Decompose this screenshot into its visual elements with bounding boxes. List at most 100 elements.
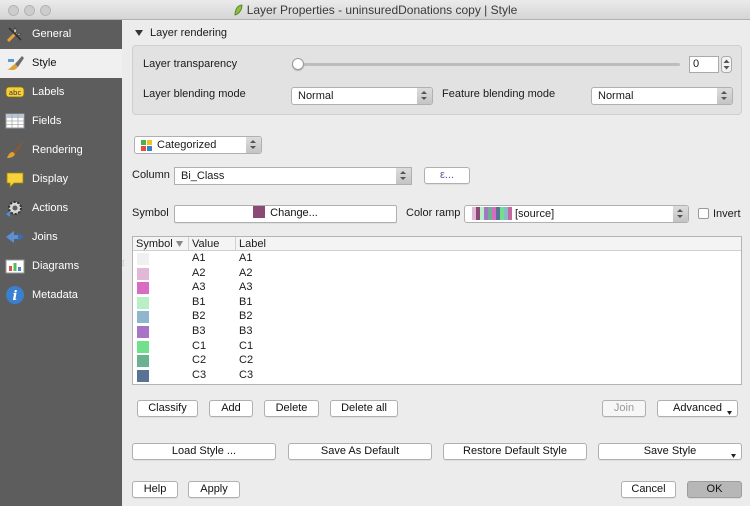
help-button[interactable]: Help	[132, 481, 178, 498]
table-row[interactable]: C1 C1	[133, 340, 741, 355]
categorized-renderer-icon	[141, 140, 152, 151]
feature-blending-select[interactable]: Normal	[591, 87, 733, 105]
chevron-down-icon	[396, 168, 411, 184]
table-row[interactable]: B2 B2	[133, 310, 741, 325]
section-header-layer-rendering[interactable]: Layer rendering	[150, 27, 227, 39]
category-label: B1	[239, 295, 253, 308]
join-button[interactable]: Join	[602, 400, 646, 417]
apply-button[interactable]: Apply	[188, 481, 240, 498]
sidebar-item-display[interactable]: Display	[0, 165, 122, 194]
category-color-swatch[interactable]	[137, 267, 149, 280]
category-value: C3	[192, 368, 207, 381]
transparency-slider-track[interactable]	[298, 63, 680, 66]
table-row[interactable]: B3 B3	[133, 325, 741, 340]
svg-text:i: i	[13, 289, 18, 304]
column-select[interactable]: Bi_Class	[174, 167, 412, 185]
save-style-button[interactable]: Save Style	[598, 443, 742, 460]
layer-transparency-label: Layer transparency	[143, 58, 238, 70]
header-label[interactable]: Label	[239, 238, 266, 250]
table-row[interactable]: A1 A1	[133, 252, 741, 267]
category-label: A2	[239, 266, 253, 279]
category-color-swatch[interactable]	[137, 311, 149, 324]
header-symbol[interactable]: Symbol	[136, 238, 173, 250]
category-color-swatch[interactable]	[137, 369, 149, 382]
dropdown-arrow-icon	[731, 454, 736, 458]
classify-button[interactable]: Classify	[137, 400, 198, 417]
category-value: A1	[192, 252, 206, 264]
load-style-button[interactable]: Load Style ...	[132, 443, 276, 460]
sidebar-item-joins[interactable]: Joins	[0, 223, 122, 252]
cancel-button[interactable]: Cancel	[621, 481, 676, 498]
symbol-label: Symbol	[132, 207, 169, 219]
transparency-value: 0	[693, 58, 700, 70]
save-as-default-button[interactable]: Save As Default	[288, 443, 432, 460]
invert-checkbox[interactable]	[698, 208, 709, 219]
sidebar-item-label: Style	[32, 57, 57, 69]
qgis-leaf-icon	[234, 4, 243, 16]
color-ramp-select[interactable]: [source]	[464, 205, 689, 223]
sidebar-item-label: Display	[32, 173, 69, 185]
category-label: C2	[239, 354, 254, 367]
category-label: C1	[239, 339, 254, 352]
category-color-swatch[interactable]	[137, 296, 149, 309]
layer-blending-value: Normal	[298, 90, 334, 102]
change-symbol-button[interactable]: Change...	[174, 205, 397, 223]
sidebar-item-label: Metadata	[32, 289, 78, 301]
sidebar-item-label: General	[32, 28, 72, 40]
dropdown-arrow-icon	[727, 411, 732, 415]
splitter-handle[interactable]: ⁞	[122, 260, 125, 268]
transparency-spinbox[interactable]: 0	[689, 56, 719, 73]
renderer-type-select[interactable]: Categorized	[134, 136, 262, 154]
sidebar-item-general[interactable]: General	[0, 20, 122, 49]
sidebar-item-fields[interactable]: Fields	[0, 107, 122, 136]
speech-bubble-icon	[6, 172, 24, 188]
svg-text:abc: abc	[9, 89, 22, 97]
spinbox-stepper-icon[interactable]	[721, 56, 732, 73]
restore-default-style-button[interactable]: Restore Default Style	[443, 443, 587, 460]
delete-all-button[interactable]: Delete all	[330, 400, 398, 417]
collapse-triangle-icon[interactable]	[135, 29, 144, 37]
category-color-swatch[interactable]	[137, 253, 149, 265]
layer-blending-select[interactable]: Normal	[291, 87, 433, 105]
ok-button[interactable]: OK	[687, 481, 742, 498]
sidebar-item-diagrams[interactable]: Diagrams	[0, 252, 122, 281]
add-button[interactable]: Add	[209, 400, 253, 417]
category-value: B3	[192, 325, 206, 337]
category-color-swatch[interactable]	[137, 340, 149, 353]
transparency-slider-handle[interactable]	[292, 58, 304, 70]
sidebar-item-metadata[interactable]: i Metadata	[0, 281, 122, 310]
expression-button[interactable]: ε...	[424, 167, 470, 184]
renderer-type-value: Categorized	[157, 139, 217, 151]
category-label: C3	[239, 368, 254, 381]
sidebar-item-actions[interactable]: Actions	[0, 194, 122, 223]
table-row[interactable]: C2 C2	[133, 354, 741, 369]
category-color-swatch[interactable]	[137, 282, 149, 295]
header-value[interactable]: Value	[192, 238, 219, 250]
category-label: B3	[239, 325, 253, 337]
labels-abc-icon: abc	[5, 86, 25, 98]
paintbrush-icon	[7, 56, 24, 71]
category-color-swatch[interactable]	[137, 355, 149, 368]
sidebar-item-label: Actions	[32, 202, 69, 214]
table-row[interactable]: A3 A3	[133, 281, 741, 296]
color-ramp-value: [source]	[515, 208, 555, 220]
layer-blending-label: Layer blending mode	[143, 88, 246, 100]
sidebar-item-style[interactable]: Style	[0, 49, 122, 78]
table-row[interactable]: C3 C3	[133, 369, 741, 384]
category-value: C1	[192, 339, 207, 352]
color-ramp-label: Color ramp	[406, 207, 461, 219]
advanced-menu-button[interactable]: Advanced	[657, 400, 738, 417]
table-row[interactable]: B1 B1	[133, 296, 741, 311]
invert-label: Invert	[713, 208, 741, 220]
categories-table[interactable]: Symbol Value Label A1 A1 A2 A2 A3 A3 B1 B1 B2 B2 B…	[132, 236, 742, 385]
delete-button[interactable]: Delete	[264, 400, 319, 417]
column-value: Bi_Class	[181, 170, 225, 182]
sidebar-item-label: Joins	[32, 231, 58, 243]
sort-descending-icon	[176, 241, 183, 247]
chevron-updown-icon	[246, 137, 261, 153]
category-value: C2	[192, 354, 207, 367]
category-color-swatch[interactable]	[137, 326, 149, 338]
table-row[interactable]: A2 A2	[133, 267, 741, 282]
sidebar-item-rendering[interactable]: Rendering	[0, 136, 122, 165]
sidebar-item-labels[interactable]: abc Labels	[0, 78, 122, 107]
